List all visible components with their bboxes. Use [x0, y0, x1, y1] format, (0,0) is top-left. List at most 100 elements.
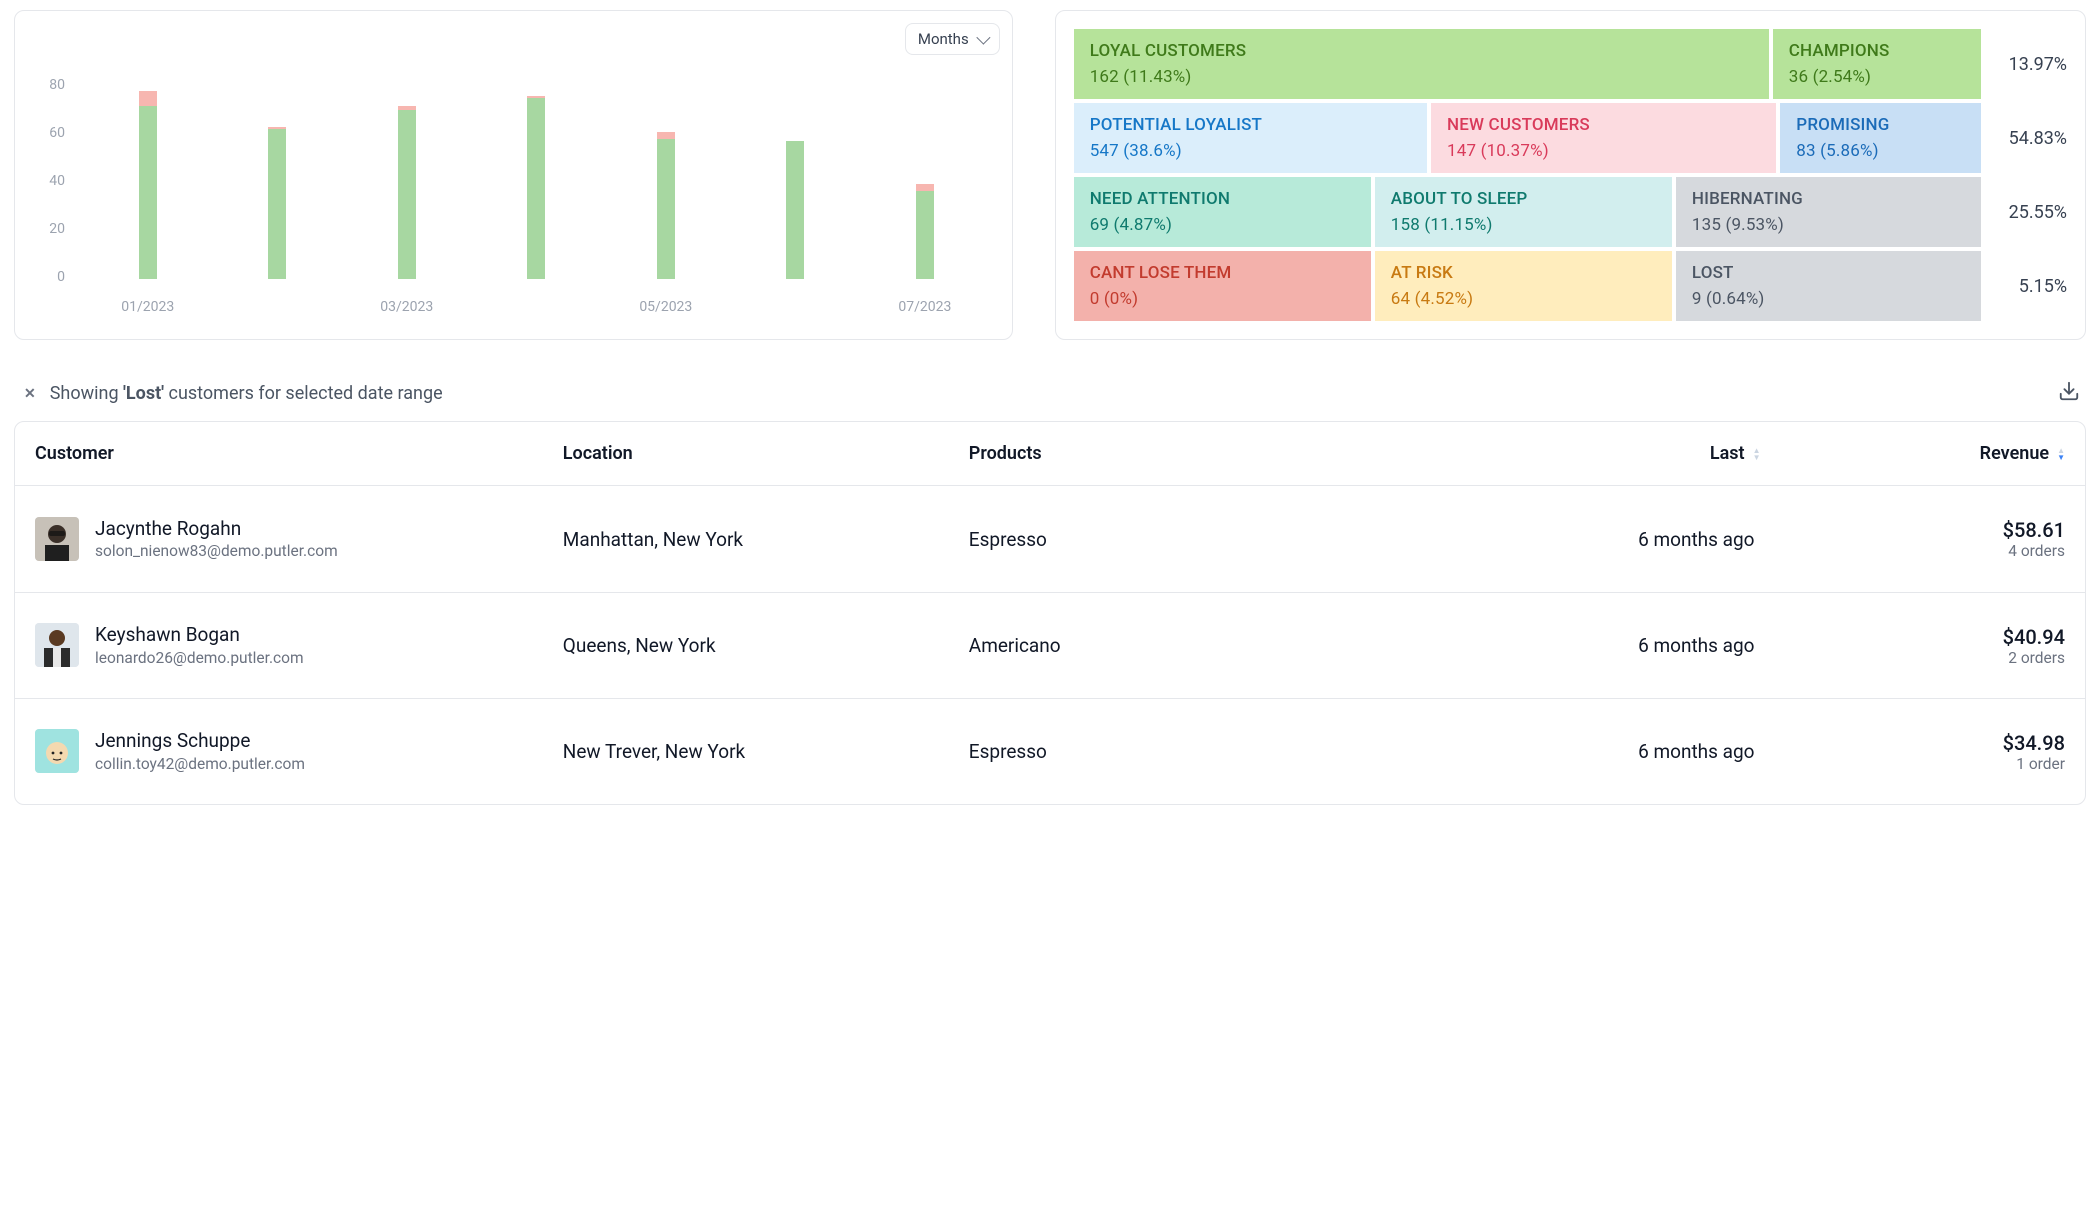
bar-column[interactable] — [786, 77, 804, 315]
bar-segment-primary — [268, 129, 286, 279]
table-row[interactable]: Jacynthe Rogahnsolon_nienow83@demo.putle… — [15, 486, 2085, 592]
segment-title: POTENTIAL LOYALIST — [1090, 115, 1411, 135]
segment-block[interactable]: PROMISING 83 (5.86%) — [1780, 103, 1981, 173]
segment-block[interactable]: LOYAL CUSTOMERS162 (11.43%) — [1074, 29, 1769, 99]
segment-row-total: 13.97% — [1981, 29, 2067, 99]
y-tick: 40 — [33, 173, 65, 189]
avatar — [35, 517, 79, 561]
bar-column[interactable] — [268, 77, 286, 315]
y-tick: 0 — [33, 269, 65, 285]
last-cell: 6 months ago — [1476, 740, 1760, 763]
segment-title: NEED ATTENTION — [1090, 189, 1355, 209]
segment-value: 64 (4.52%) — [1391, 289, 1656, 309]
th-revenue[interactable]: Revenue ▲▼ — [1760, 443, 2065, 464]
revenue-amount: $40.94 — [1760, 625, 2065, 649]
segment-row-total: 25.55% — [1981, 177, 2067, 247]
segment-block[interactable]: LOST 9 (0.64%) — [1676, 251, 1981, 321]
th-location: Location — [563, 443, 969, 464]
x-label — [247, 285, 307, 315]
bar-segment-secondary — [139, 91, 157, 105]
segment-title: CANT LOSE THEM — [1090, 263, 1355, 283]
segment-value: 9 (0.64%) — [1692, 289, 1965, 309]
customer-email: leonardo26@demo.putler.com — [95, 648, 304, 668]
revenue-amount: $34.98 — [1760, 731, 2065, 755]
bar-segment-primary — [527, 98, 545, 279]
chart-period-label: Months — [918, 30, 969, 48]
chart-y-axis: 80 60 40 20 0 — [33, 77, 65, 315]
products-cell: Espresso — [969, 740, 1477, 763]
products-cell: Americano — [969, 634, 1477, 657]
sort-icon: ▲▼ — [2057, 447, 2065, 461]
bar-segment-primary — [786, 141, 804, 279]
segment-block[interactable]: HIBERNATING135 (9.53%) — [1676, 177, 1981, 247]
th-last[interactable]: Last ▲▼ — [1476, 443, 1760, 464]
chart-plot: 01/2023 03/2023 05/2023 07/2023 — [65, 77, 994, 315]
revenue-orders: 1 order — [1760, 755, 2065, 773]
y-tick: 20 — [33, 221, 65, 237]
revenue-orders: 2 orders — [1760, 649, 2065, 667]
revenue-amount: $58.61 — [1760, 518, 2065, 542]
y-tick: 80 — [33, 77, 65, 93]
clear-filter-button[interactable]: ✕ — [24, 386, 36, 402]
download-icon[interactable] — [2058, 380, 2080, 407]
segment-value: 0 (0%) — [1090, 289, 1355, 309]
segment-row: NEED ATTENTION 69 (4.87%) ABOUT TO SLEEP 15… — [1074, 177, 2067, 247]
bar-column[interactable]: 01/2023 — [139, 77, 157, 315]
bar-column[interactable]: 05/2023 — [657, 77, 675, 315]
segment-title: AT RISK — [1391, 263, 1656, 283]
location-cell: Queens, New York — [563, 634, 969, 657]
chart-period-selector[interactable]: Months — [905, 23, 1000, 55]
segment-block[interactable]: AT RISK 64 (4.52%) — [1375, 251, 1672, 321]
bar-segment-primary — [657, 139, 675, 279]
bar-segment-secondary — [916, 184, 934, 191]
segment-value: 158 (11.15%) — [1391, 215, 1656, 235]
segment-block[interactable]: CANT LOSE THEM 0 (0%) — [1074, 251, 1371, 321]
segment-value: 69 (4.87%) — [1090, 215, 1355, 235]
bar-column[interactable]: 07/2023 — [916, 77, 934, 315]
customer-name: Keyshawn Bogan — [95, 623, 304, 648]
x-label: 07/2023 — [895, 285, 955, 315]
segment-title: NEW CUSTOMERS — [1447, 115, 1760, 135]
segment-block[interactable]: CHAMPIONS36 (2.54%) — [1773, 29, 1981, 99]
segment-row-total: 54.83% — [1981, 103, 2067, 173]
segment-title: LOST — [1692, 263, 1965, 283]
segment-block[interactable]: NEED ATTENTION 69 (4.87%) — [1074, 177, 1371, 247]
y-tick: 60 — [33, 125, 65, 141]
segment-block[interactable]: NEW CUSTOMERS 147 (10.37%) — [1431, 103, 1776, 173]
segment-block[interactable]: ABOUT TO SLEEP 158 (11.15%) — [1375, 177, 1672, 247]
segment-title: CHAMPIONS — [1789, 41, 1965, 61]
location-cell: New Trever, New York — [563, 740, 969, 763]
segment-title: ABOUT TO SLEEP — [1391, 189, 1656, 209]
table-row[interactable]: Keyshawn Boganleonardo26@demo.putler.com… — [15, 592, 2085, 698]
location-cell: Manhattan, New York — [563, 528, 969, 551]
segment-row: LOYAL CUSTOMERS162 (11.43%)CHAMPIONS36 (… — [1074, 29, 2067, 99]
segments-card: LOYAL CUSTOMERS162 (11.43%)CHAMPIONS36 (… — [1055, 10, 2086, 340]
customer-name: Jennings Schuppe — [95, 729, 305, 754]
segment-row: POTENTIAL LOYALIST547 (38.6%)NEW CUSTOME… — [1074, 103, 2067, 173]
bar-segment-primary — [916, 191, 934, 279]
bar-segment-primary — [139, 106, 157, 279]
customer-email: solon_nienow83@demo.putler.com — [95, 541, 338, 561]
avatar — [35, 623, 79, 667]
segment-title: LOYAL CUSTOMERS — [1090, 41, 1753, 61]
segment-value: 147 (10.37%) — [1447, 141, 1760, 161]
segment-block[interactable]: POTENTIAL LOYALIST547 (38.6%) — [1074, 103, 1427, 173]
bar-segment-secondary — [657, 132, 675, 139]
x-label: 03/2023 — [377, 285, 437, 315]
filter-line: ✕ Showing 'Lost' customers for selected … — [24, 380, 2080, 407]
table-row[interactable]: Jennings Schuppecollin.toy42@demo.putler… — [15, 698, 2085, 804]
bar-column[interactable]: 03/2023 — [398, 77, 416, 315]
segment-row-total: 5.15% — [1981, 251, 2067, 321]
x-label: 05/2023 — [636, 285, 696, 315]
th-products: Products — [969, 443, 1477, 464]
segment-title: PROMISING — [1796, 115, 1965, 135]
x-label: 01/2023 — [118, 285, 178, 315]
bar-column[interactable] — [527, 77, 545, 315]
customers-table: Customer Location Products Last ▲▼ Reven… — [14, 421, 2086, 805]
chart-card: Months 80 60 40 20 0 01/2023 03/2023 05/2023 07… — [14, 10, 1013, 340]
x-label — [765, 285, 825, 315]
th-customer: Customer — [35, 443, 563, 464]
products-cell: Espresso — [969, 528, 1477, 551]
last-cell: 6 months ago — [1476, 528, 1760, 551]
segment-value: 83 (5.86%) — [1796, 141, 1965, 161]
